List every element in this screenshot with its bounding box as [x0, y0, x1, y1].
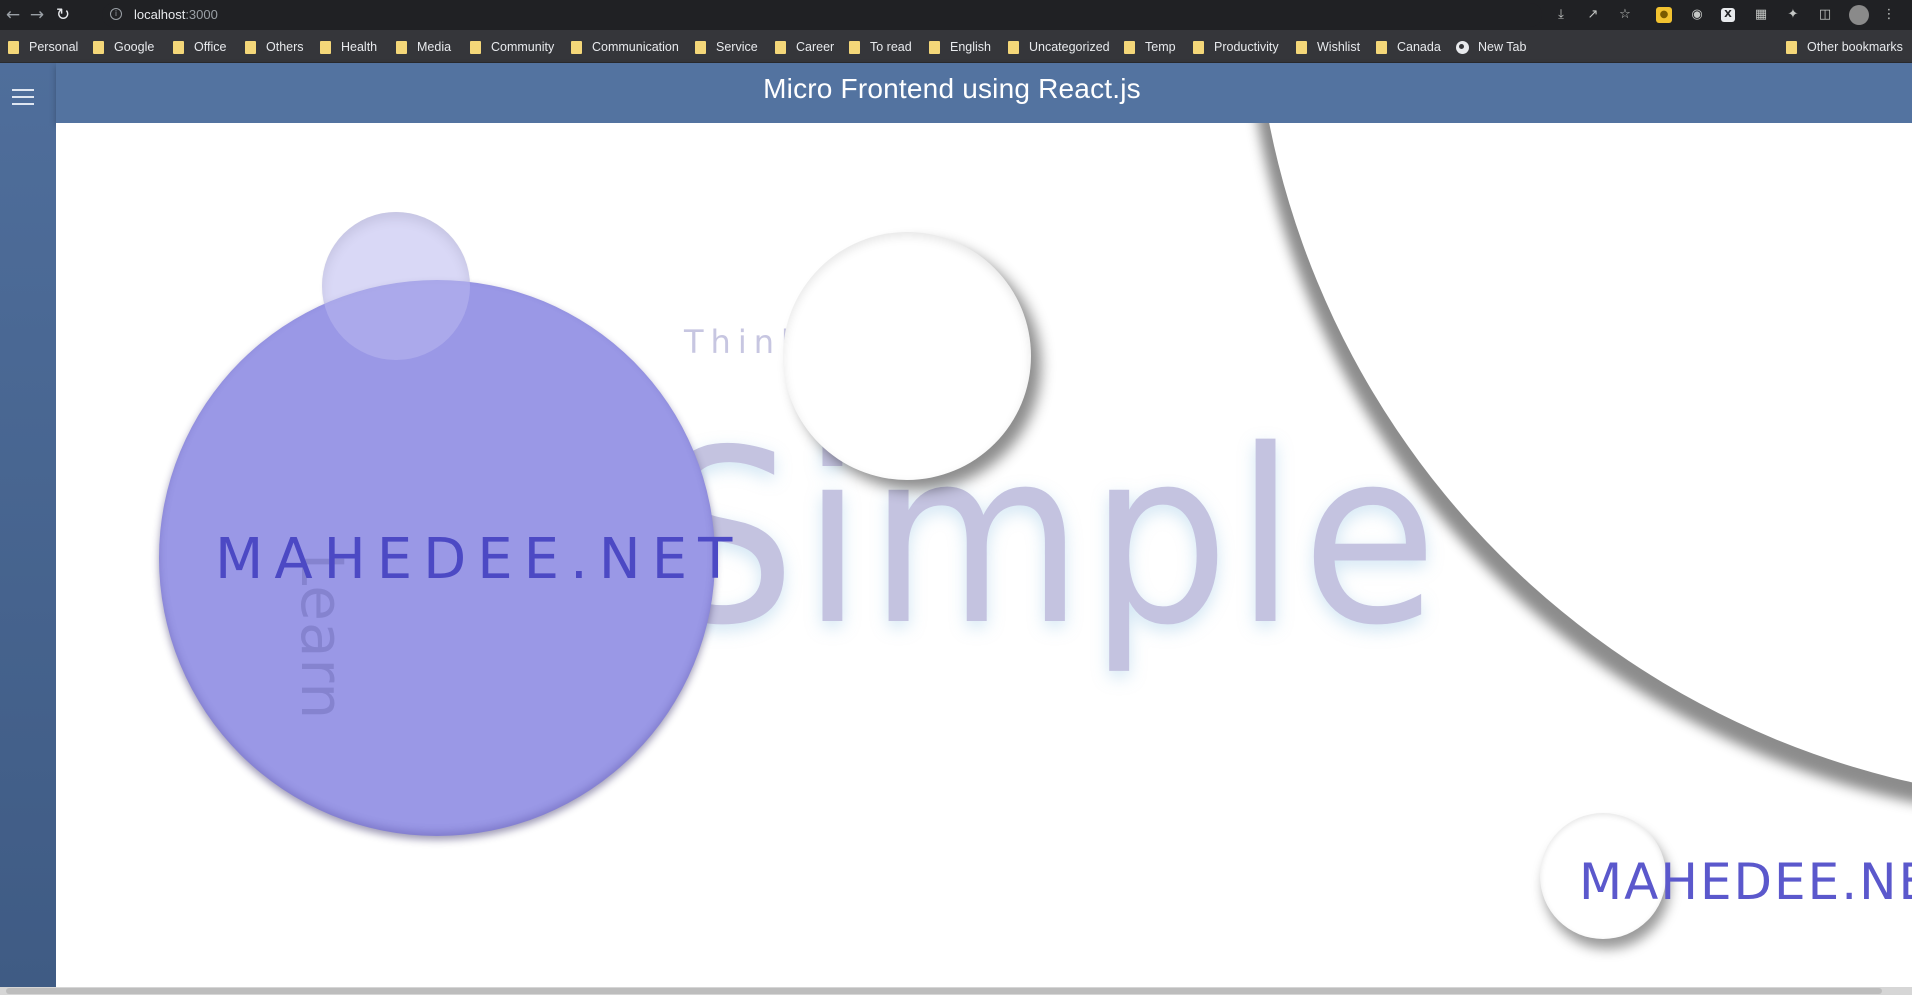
app-sidebar [0, 63, 56, 987]
profile-avatar[interactable] [1849, 5, 1869, 25]
folder-icon [1376, 40, 1387, 54]
folder-icon [1296, 40, 1307, 54]
other-bookmarks-label: Other bookmarks [1807, 40, 1903, 54]
bookmark-folder[interactable]: Google [93, 39, 154, 55]
bookmark-label: Wishlist [1317, 40, 1361, 54]
bookmarks-bar: Personal Google Office Others Health Med… [0, 30, 1912, 63]
app-header: Micro Frontend using React.js [56, 63, 1912, 123]
bookmark-label: Media [417, 40, 452, 54]
extension-keep-icon[interactable]: ● [1656, 7, 1672, 23]
bookmark-label: English [950, 40, 991, 54]
bookmark-label: Temp [1145, 40, 1176, 54]
folder-icon [929, 40, 940, 54]
share-icon[interactable]: ↗ [1584, 6, 1602, 24]
globe-icon [1456, 40, 1469, 54]
extension-x-icon[interactable]: X [1721, 8, 1735, 22]
extension-ghost-icon[interactable]: ◉ [1688, 6, 1706, 24]
bookmark-folder[interactable]: Productivity [1193, 39, 1279, 55]
folder-icon [320, 40, 331, 54]
bookmark-new-tab[interactable]: New Tab [1456, 39, 1526, 55]
simple-text: Simple [656, 398, 1444, 678]
bookmark-label: Google [114, 40, 155, 54]
folder-icon [1786, 40, 1797, 54]
site-info-icon[interactable]: i [110, 8, 122, 20]
horizontal-scrollbar[interactable] [0, 987, 1912, 995]
bookmark-label: Communication [592, 40, 679, 54]
folder-icon [173, 40, 184, 54]
bookmark-folder[interactable]: Wishlist [1296, 39, 1360, 55]
bookmark-label: New Tab [1478, 40, 1527, 54]
folder-icon [470, 40, 481, 54]
bookmark-label: Career [796, 40, 835, 54]
main-content: Think Simple Learn MAHEDEE.NET MAHEDEE.N… [56, 123, 1912, 987]
bookmark-folder[interactable]: Health [320, 39, 377, 55]
bookmark-folder[interactable]: To read [849, 39, 912, 55]
bookmark-label: Productivity [1214, 40, 1279, 54]
hamburger-icon[interactable] [12, 89, 34, 105]
bookmark-folder[interactable]: Personal [8, 39, 78, 55]
back-icon[interactable]: ← [2, 4, 24, 26]
url-host: localhost [134, 7, 186, 22]
folder-icon [8, 40, 19, 54]
bookmark-label: Canada [1397, 40, 1441, 54]
bookmark-folder[interactable]: Uncategorized [1008, 39, 1110, 55]
url-text[interactable]: localhost:3000 [134, 7, 218, 22]
brand-text-center: MAHEDEE.NET [215, 527, 744, 592]
scrollbar-thumb[interactable] [6, 988, 1882, 994]
folder-icon [1008, 40, 1019, 54]
bookmark-folder[interactable]: Office [173, 39, 226, 55]
bookmark-folder[interactable]: Media [396, 39, 451, 55]
folder-icon [849, 40, 860, 54]
brand-text-corner: MAHEDEE.NET [1579, 853, 1912, 911]
folder-icon [245, 40, 256, 54]
reload-icon[interactable]: ↻ [52, 4, 74, 26]
bookmark-label: To read [870, 40, 912, 54]
bookmark-folder[interactable]: Community [470, 39, 554, 55]
bookmark-star-icon[interactable]: ☆ [1616, 6, 1634, 24]
bookmark-label: Others [266, 40, 304, 54]
bookmark-folder[interactable]: Communication [571, 39, 679, 55]
bookmark-folder[interactable]: Service [695, 39, 758, 55]
url-port: :3000 [185, 7, 218, 22]
forward-icon[interactable]: → [26, 4, 48, 26]
bookmark-label: Health [341, 40, 378, 54]
browser-toolbar: ← → ↻ i localhost:3000 ⤓ ↗ ☆ ● ◉ X ▦ ✦ ◫… [0, 0, 1912, 30]
bookmark-label: Uncategorized [1029, 40, 1110, 54]
folder-icon [775, 40, 786, 54]
bookmark-label: Community [491, 40, 555, 54]
side-panel-icon[interactable]: ◫ [1816, 6, 1834, 24]
bookmark-folder[interactable]: Canada [1376, 39, 1441, 55]
folder-icon [1124, 40, 1135, 54]
folder-icon [396, 40, 407, 54]
folder-icon [571, 40, 582, 54]
install-app-icon[interactable]: ⤓ [1552, 6, 1570, 24]
bookmark-label: Service [716, 40, 758, 54]
page-title: Micro Frontend using React.js [763, 73, 1141, 104]
folder-icon [1193, 40, 1204, 54]
address-bar[interactable] [102, 3, 1542, 27]
other-bookmarks[interactable]: Other bookmarks [1786, 39, 1903, 55]
decorative-bubble-overlap [322, 212, 470, 360]
bookmark-folder[interactable]: Career [775, 39, 834, 55]
folder-icon [695, 40, 706, 54]
extensions-puzzle-icon[interactable]: ✦ [1784, 6, 1802, 24]
bookmark-label: Office [194, 40, 227, 54]
qr-code-icon[interactable]: ▦ [1752, 6, 1770, 24]
browser-menu-icon[interactable]: ⋮ [1880, 6, 1898, 24]
bookmark-label: Personal [29, 40, 79, 54]
bookmark-folder[interactable]: Temp [1124, 39, 1176, 55]
bookmark-folder[interactable]: English [929, 39, 991, 55]
bookmark-folder[interactable]: Others [245, 39, 304, 55]
decorative-bubble-medium [783, 232, 1031, 480]
folder-icon [93, 40, 104, 54]
